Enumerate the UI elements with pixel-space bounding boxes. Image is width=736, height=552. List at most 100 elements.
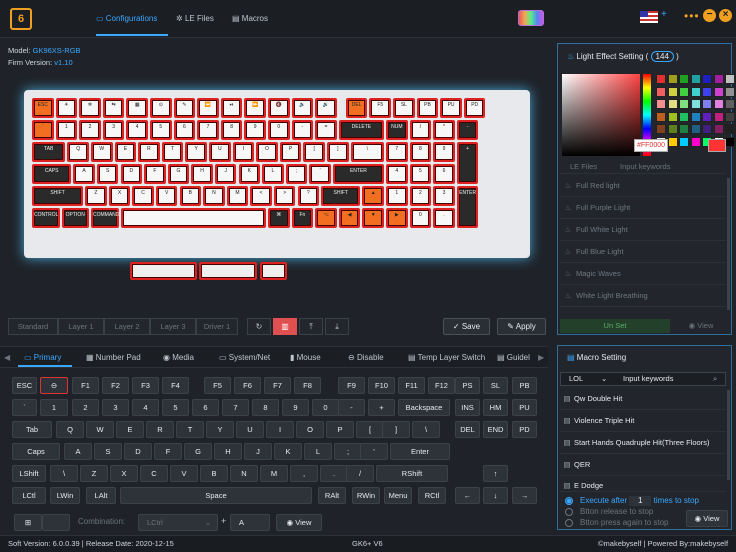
primary-key[interactable]: F11 [398,377,425,394]
primary-key[interactable]: ' [360,443,388,460]
macro-scrollbar[interactable] [727,390,730,480]
primary-key[interactable]: 0 [312,399,339,416]
primary-key[interactable]: N [230,465,258,482]
primary-key[interactable]: PS [455,377,480,394]
tab-media[interactable]: ◉ Media [163,349,194,366]
primary-key[interactable]: G [184,443,212,460]
more-icon[interactable]: ••• [684,9,700,23]
light-effect-item[interactable]: ♨ Full Red light [560,175,726,197]
color-swatch[interactable] [702,111,712,122]
le-scrollbar[interactable] [727,178,730,310]
close-icon[interactable]: × [719,9,732,22]
color-swatch[interactable] [690,86,701,97]
top-row-key[interactable]: + [456,142,479,184]
color-swatch[interactable] [713,124,724,134]
primary-key[interactable]: \ [412,421,440,438]
combination-key-field[interactable]: A [230,514,270,531]
primary-key[interactable]: LShift [12,465,46,482]
top-row-key[interactable]: U [209,142,231,162]
primary-key[interactable]: F5 [204,377,231,394]
primary-key[interactable]: E [116,421,144,438]
primary-key[interactable]: LAlt [86,487,116,504]
primary-key[interactable]: ↑ [483,465,508,482]
primary-key[interactable]: PB [512,377,537,394]
tab-macros[interactable]: ▤ Macros [232,11,268,27]
bottom-row-key[interactable]: SHIFT [321,186,361,206]
home-row-key[interactable]: H [191,164,213,184]
driver-1[interactable]: Driver 1 [196,318,238,335]
primary-key[interactable]: LCtl [12,487,46,504]
primary-key[interactable]: 7 [222,399,249,416]
home-row-key[interactable]: K [238,164,261,184]
number-row-key[interactable]: 3 [102,120,125,140]
search-icon[interactable]: ⌕ [713,373,717,385]
primary-key[interactable]: Enter [390,443,450,460]
modifier-row-key[interactable]: ⌥ [315,208,337,228]
color-swatch[interactable] [725,111,735,122]
fn-row-key[interactable]: 🔊 [315,98,337,118]
primary-key[interactable]: H [214,443,242,460]
primary-key[interactable]: K [274,443,302,460]
light-effect-item[interactable]: ♨ Full White Light [560,219,726,241]
primary-key[interactable]: - [338,399,365,416]
fn-row-key[interactable]: ⏩ [244,98,266,118]
primary-key[interactable]: PU [512,399,537,416]
number-row-key[interactable]: 6 [173,120,196,140]
color-swatch[interactable] [679,124,689,134]
layer-1[interactable]: Layer 1 [58,318,104,335]
top-row-key[interactable]: E [114,142,137,162]
press-again-stop-radio[interactable] [565,519,573,527]
le-files-tab[interactable]: LE Files [570,162,597,171]
primary-key[interactable]: + [368,399,395,416]
tab-le-files[interactable]: ✲ LE Files [176,11,214,27]
layer-3[interactable]: Layer 3 [150,318,196,335]
le-view-button[interactable]: ◉ View [676,319,726,333]
bottom-row-key[interactable]: < [250,186,272,206]
light-effect-item[interactable]: ♨ White Light Breathing [560,285,726,307]
primary-key[interactable]: F12 [428,377,455,394]
primary-key[interactable]: U [236,421,264,438]
fn-row-key[interactable]: PD [463,98,486,118]
macro-search-input[interactable]: Input keywords [623,373,673,385]
scroll-left-icon[interactable]: ◀ [4,349,10,366]
fn-row-key[interactable]: PB [416,98,439,118]
number-row-key[interactable]: 9 [244,120,266,140]
top-row-key[interactable]: R [138,142,160,162]
home-row-key[interactable]: ENTER [332,164,384,184]
primary-key[interactable]: END [483,421,508,438]
top-row-key[interactable]: 7 [386,142,408,162]
primary-key[interactable]: F1 [72,377,99,394]
tab-temp-layer-switch[interactable]: ▤ Temp Layer Switch [408,349,485,366]
top-row-key[interactable]: I [232,142,255,162]
modifier-row-key[interactable]: 0 [409,208,432,228]
color-swatch[interactable] [702,124,712,134]
color-swatch[interactable] [725,124,735,134]
fn-row-key[interactable]: PU [440,98,462,118]
primary-key[interactable]: Q [56,421,84,438]
color-swatch[interactable] [656,86,666,97]
home-row-key[interactable]: A [73,164,95,184]
primary-key[interactable]: ESC [12,377,37,394]
primary-key[interactable]: Z [80,465,108,482]
bottom-row-key[interactable]: M [226,186,249,206]
color-swatch[interactable] [702,74,712,84]
primary-key[interactable]: F6 [234,377,261,394]
apple-icon[interactable] [42,514,70,531]
color-swatch[interactable] [690,136,701,147]
primary-key[interactable]: ] [382,421,410,438]
primary-key[interactable]: T [176,421,204,438]
primary-key[interactable]: Tab [12,421,52,438]
primary-key[interactable]: F [154,443,182,460]
fn-row-key[interactable]: ⏪ [197,98,219,118]
upload-icon[interactable]: ⤒ [299,318,323,335]
color-swatch[interactable] [656,111,666,122]
primary-key[interactable]: RShift [376,465,448,482]
primary-key[interactable]: RCtl [418,487,446,504]
layer-standard[interactable]: Standard [8,318,58,335]
bottom-row-key[interactable]: B [179,186,202,206]
primary-key[interactable]: HM [483,399,508,416]
home-row-key[interactable]: ; [285,164,308,184]
color-swatch[interactable] [725,86,735,97]
number-row-key[interactable]: NUM [386,120,408,140]
primary-key[interactable]: X [110,465,138,482]
